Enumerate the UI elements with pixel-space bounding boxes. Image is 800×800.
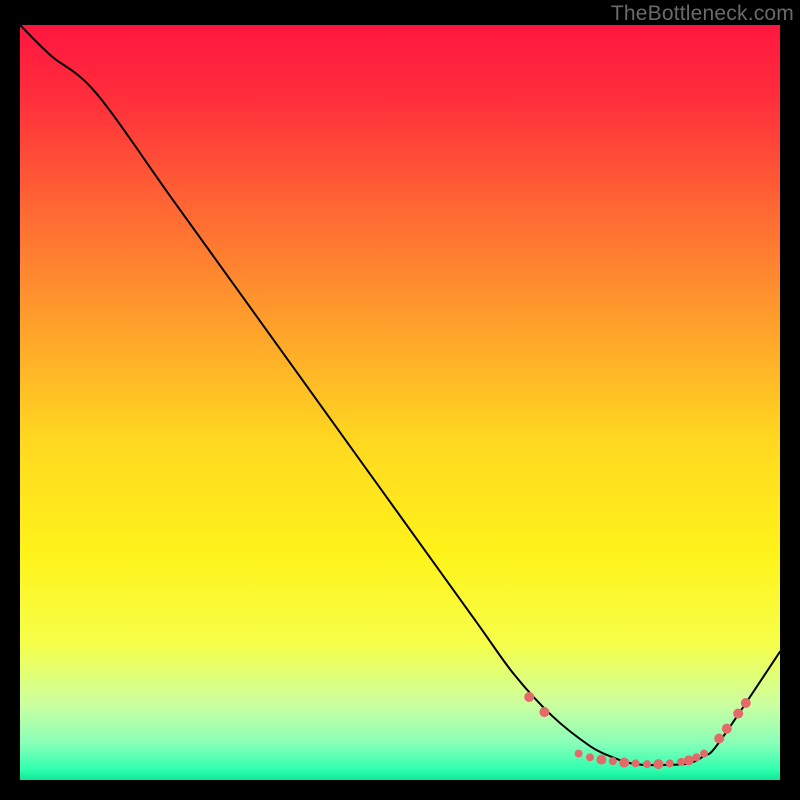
marker-dot xyxy=(524,692,534,702)
marker-dot xyxy=(692,753,700,761)
chart-frame: TheBottleneck.com xyxy=(0,0,800,800)
marker-dot xyxy=(684,755,694,765)
marker-dot xyxy=(700,750,708,758)
marker-dot xyxy=(722,724,732,734)
marker-dot xyxy=(632,759,640,767)
marker-dot xyxy=(741,698,751,708)
marker-dot xyxy=(619,758,629,768)
chart-background xyxy=(20,25,780,780)
marker-dot xyxy=(575,750,583,758)
watermark-text: TheBottleneck.com xyxy=(611,2,794,26)
marker-dot xyxy=(666,759,674,767)
marker-dot xyxy=(653,759,663,769)
marker-dot xyxy=(596,755,606,765)
marker-dot xyxy=(643,760,651,768)
chart-plot xyxy=(20,25,780,780)
marker-dot xyxy=(714,733,724,743)
marker-dot xyxy=(539,707,549,717)
marker-dot xyxy=(586,753,594,761)
chart-svg xyxy=(20,25,780,780)
marker-dot xyxy=(609,757,617,765)
marker-dot xyxy=(733,709,743,719)
